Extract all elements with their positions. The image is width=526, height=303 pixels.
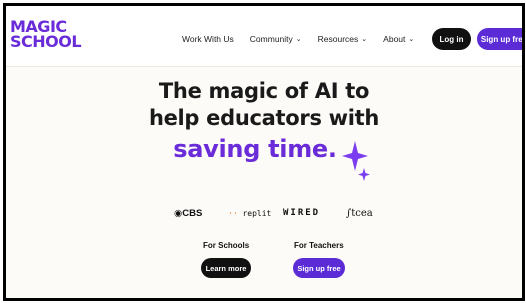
hero-line-2: help educators with xyxy=(148,106,380,130)
chevron-down-icon: ⌄ xyxy=(295,36,302,43)
hero-line-1: The magic of AI to xyxy=(158,79,370,103)
signup-button[interactable]: Sign up free xyxy=(477,28,522,50)
chevron-down-icon: ⌄ xyxy=(408,36,415,43)
chevron-down-icon: ⌄ xyxy=(361,36,368,43)
magicschool-logo[interactable]: MAGIC SCHOOL xyxy=(10,19,82,51)
nav-item-label: About xyxy=(383,34,406,44)
logo-line-2: SCHOOL xyxy=(10,32,82,51)
partner-logo-cbs: ◉CBS xyxy=(174,208,202,219)
partner-name: replit xyxy=(242,209,272,218)
nav-item-label: Resources xyxy=(317,34,359,44)
for-teachers-label: For Teachers xyxy=(294,241,344,250)
nav-item-label: Community xyxy=(249,34,293,44)
partner-name: tcea xyxy=(351,208,373,219)
nav-item-about[interactable]: About ⌄ xyxy=(383,34,414,44)
nav-item-work-with-us[interactable]: Work With Us xyxy=(182,34,234,44)
replit-icon: ⋅⋅ xyxy=(228,209,238,218)
nav-links: Work With Us Community ⌄ Resources ⌄ Abo… xyxy=(182,34,430,44)
partner-logo-tcea: ∫tcea xyxy=(346,208,373,219)
partner-logo-wired: WIRED xyxy=(283,208,321,218)
login-button[interactable]: Log in xyxy=(432,28,471,50)
hero-heading: The magic of AI to help educators with s… xyxy=(6,78,522,166)
learn-more-button[interactable]: Learn more xyxy=(201,258,251,278)
partner-logo-replit: ⋅⋅ replit xyxy=(228,209,271,218)
nav-item-label: Work With Us xyxy=(182,34,234,44)
teacher-signup-button[interactable]: Sign up free xyxy=(293,258,345,278)
nav-item-resources[interactable]: Resources ⌄ xyxy=(318,34,368,44)
nav-item-community[interactable]: Community ⌄ xyxy=(250,34,302,44)
hero-accent-text: saving time. xyxy=(173,135,337,163)
partner-name: CBS xyxy=(182,208,203,219)
sparkle-icon xyxy=(342,141,370,181)
top-navbar: MAGIC SCHOOL Work With Us Community ⌄ Re… xyxy=(6,6,522,67)
browser-frame: MAGIC SCHOOL Work With Us Community ⌄ Re… xyxy=(3,3,525,301)
for-schools-label: For Schools xyxy=(203,241,250,250)
